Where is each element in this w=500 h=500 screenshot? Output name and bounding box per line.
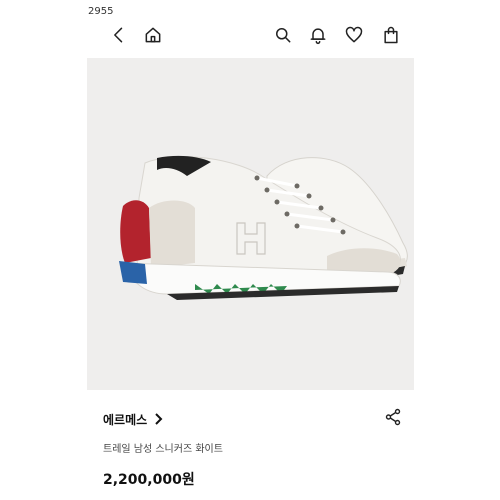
heart-icon	[345, 26, 363, 43]
home-button[interactable]	[140, 22, 166, 48]
brand-name: 에르메스	[103, 413, 148, 427]
top-code: 2955	[88, 6, 114, 17]
share-button[interactable]	[384, 408, 404, 428]
chevron-right-icon	[153, 410, 163, 429]
bell-icon	[310, 28, 326, 45]
share-icon	[385, 408, 401, 426]
top-toolbar	[0, 22, 500, 50]
back-button[interactable]	[106, 22, 132, 48]
home-icon	[145, 27, 161, 43]
sneaker-image	[119, 155, 408, 300]
search-icon	[276, 28, 291, 43]
product-price: 2,200,000원	[103, 472, 195, 488]
search-button[interactable]	[270, 22, 296, 48]
chevron-left-icon	[114, 27, 123, 43]
cart-button[interactable]	[378, 22, 404, 48]
product-image[interactable]	[87, 58, 414, 390]
product-name: 트레일 남성 스니커즈 화이트	[103, 444, 223, 455]
wishlist-button[interactable]	[341, 22, 367, 48]
brand-link[interactable]: 에르메스	[103, 410, 163, 429]
notification-button[interactable]	[305, 22, 331, 48]
shopping-bag-icon	[384, 26, 398, 44]
